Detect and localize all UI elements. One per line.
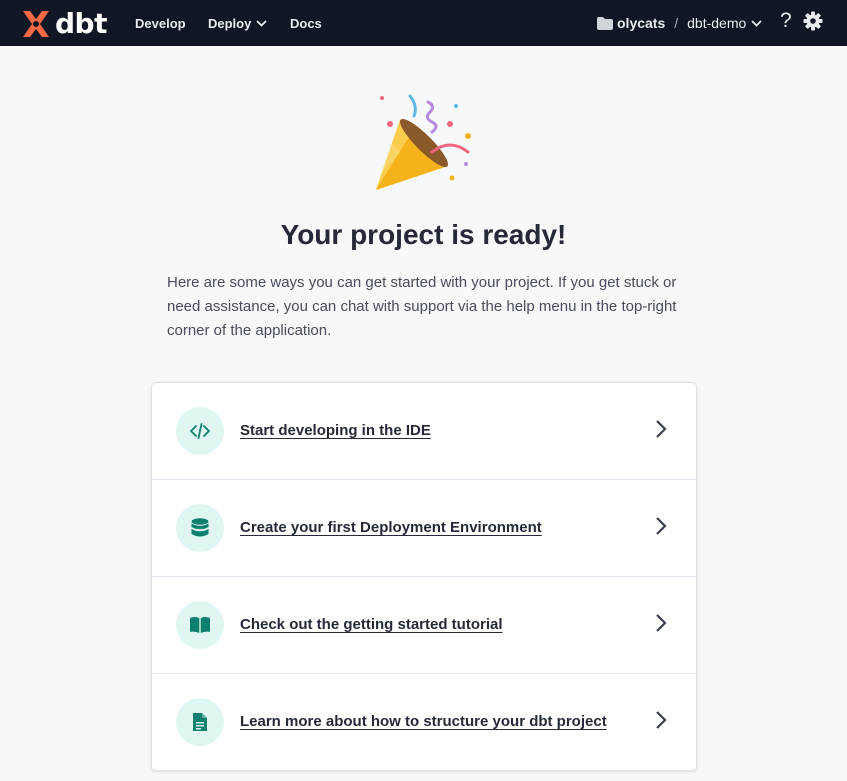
logo-text: dbt [55, 7, 107, 40]
book-icon [190, 617, 210, 633]
nav-docs-label: Docs [290, 15, 322, 31]
account-project-selector[interactable]: olycats / dbt-demo [597, 0, 762, 46]
breadcrumb-separator: / [674, 15, 679, 31]
document-icon [193, 713, 207, 731]
icon-circle [176, 601, 224, 649]
folder-icon [597, 16, 613, 30]
getting-started-actions: Start developing in the IDE Create your … [151, 382, 697, 771]
chevron-right-icon [656, 517, 667, 535]
account-name: olycats [617, 15, 666, 31]
dbt-logo[interactable]: dbt [20, 7, 107, 40]
code-icon [190, 423, 210, 439]
action-label[interactable]: Create your first Deployment Environment [240, 519, 542, 536]
gear-icon[interactable] [803, 11, 823, 31]
party-popper-icon [376, 94, 471, 190]
action-create-deployment-environment[interactable]: Create your first Deployment Environment [152, 479, 696, 576]
icon-circle [176, 504, 224, 552]
help-icon[interactable]: ? [780, 9, 792, 33]
action-label[interactable]: Learn more about how to structure your d… [240, 713, 607, 730]
chevron-right-icon [656, 711, 667, 729]
chevron-right-icon [656, 614, 667, 632]
database-icon [191, 518, 209, 537]
intro-text: Here are some ways you can get started w… [167, 274, 677, 339]
chevron-right-icon [656, 420, 667, 438]
icon-circle [176, 698, 224, 746]
chevron-down-icon [751, 19, 762, 27]
nav-develop-label: Develop [135, 15, 186, 31]
icon-circle [176, 407, 224, 455]
action-structure-dbt-project[interactable]: Learn more about how to structure your d… [152, 673, 696, 770]
page-title: Your project is ready! [280, 219, 567, 250]
chevron-down-icon [256, 19, 267, 27]
nav-deploy-dropdown[interactable]: Deploy [208, 0, 267, 46]
nav-deploy-label: Deploy [208, 15, 252, 31]
action-getting-started-tutorial[interactable]: Check out the getting started tutorial [152, 576, 696, 673]
dbt-logo-icon [23, 10, 49, 37]
action-label[interactable]: Check out the getting started tutorial [240, 616, 503, 633]
nav-develop[interactable]: Develop [135, 0, 186, 46]
top-navigation-bar: dbt Develop Deploy Docs olycats / dbt-de… [0, 0, 847, 46]
nav-docs[interactable]: Docs [290, 0, 322, 46]
action-start-ide[interactable]: Start developing in the IDE [152, 383, 696, 479]
project-name: dbt-demo [687, 15, 747, 31]
action-label[interactable]: Start developing in the IDE [240, 422, 431, 439]
